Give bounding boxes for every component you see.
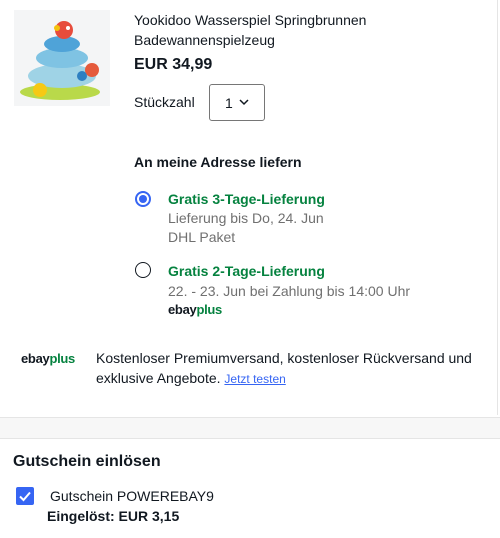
quantity-label: Stückzahl [134, 94, 195, 110]
ebay-plus-promo-logo: ebayplus [21, 351, 75, 366]
ebay-plus-promo: Kostenloser Premiumversand, kostenloser … [96, 348, 496, 389]
coupon-checkbox[interactable] [16, 487, 34, 505]
chevron-down-icon [239, 99, 249, 106]
shipping-option-3day-carrier: DHL Paket [168, 229, 236, 245]
product-title[interactable]: Yookidoo Wasserspiel Springbrunnen Badew… [134, 10, 464, 50]
vertical-divider [497, 0, 498, 415]
quantity-select[interactable]: 1 [209, 84, 265, 121]
ebay-plus-try-link[interactable]: Jetzt testen [224, 372, 285, 386]
shipping-option-2day-date: 22. - 23. Jun bei Zahlung bis 14:00 Uhr [168, 283, 411, 299]
checkmark-icon [19, 491, 31, 502]
shipping-option-3day-title[interactable]: Gratis 3-Tage-Lieferung [168, 191, 325, 207]
shipping-heading: An meine Adresse liefern [134, 154, 302, 170]
shipping-option-2day-title[interactable]: Gratis 2-Tage-Lieferung [168, 263, 325, 279]
shipping-option-3day-radio[interactable] [135, 191, 151, 207]
toy-fountain-illustration [14, 10, 110, 106]
ebay-plus-promo-logo-plus: plus [49, 351, 75, 366]
ebay-plus-logo-plus: plus [196, 302, 222, 317]
coupon-label[interactable]: Gutschein POWEREBAY9 [50, 488, 214, 504]
coupon-heading: Gutschein einlösen [13, 453, 161, 470]
ebay-plus-logo-ebay: ebay [168, 302, 197, 317]
ebay-plus-promo-logo-ebay: ebay [21, 351, 50, 366]
quantity-value: 1 [225, 94, 233, 111]
ebay-plus-logo: ebayplus [168, 302, 222, 317]
product-price: EUR 34,99 [134, 56, 213, 73]
shipping-option-3day-date: Lieferung bis Do, 24. Jun [168, 210, 324, 226]
shipping-option-2day-radio[interactable] [135, 262, 151, 278]
section-separator [0, 417, 500, 439]
coupon-applied-amount: Eingelöst: EUR 3,15 [47, 508, 180, 524]
product-image[interactable] [14, 10, 110, 106]
